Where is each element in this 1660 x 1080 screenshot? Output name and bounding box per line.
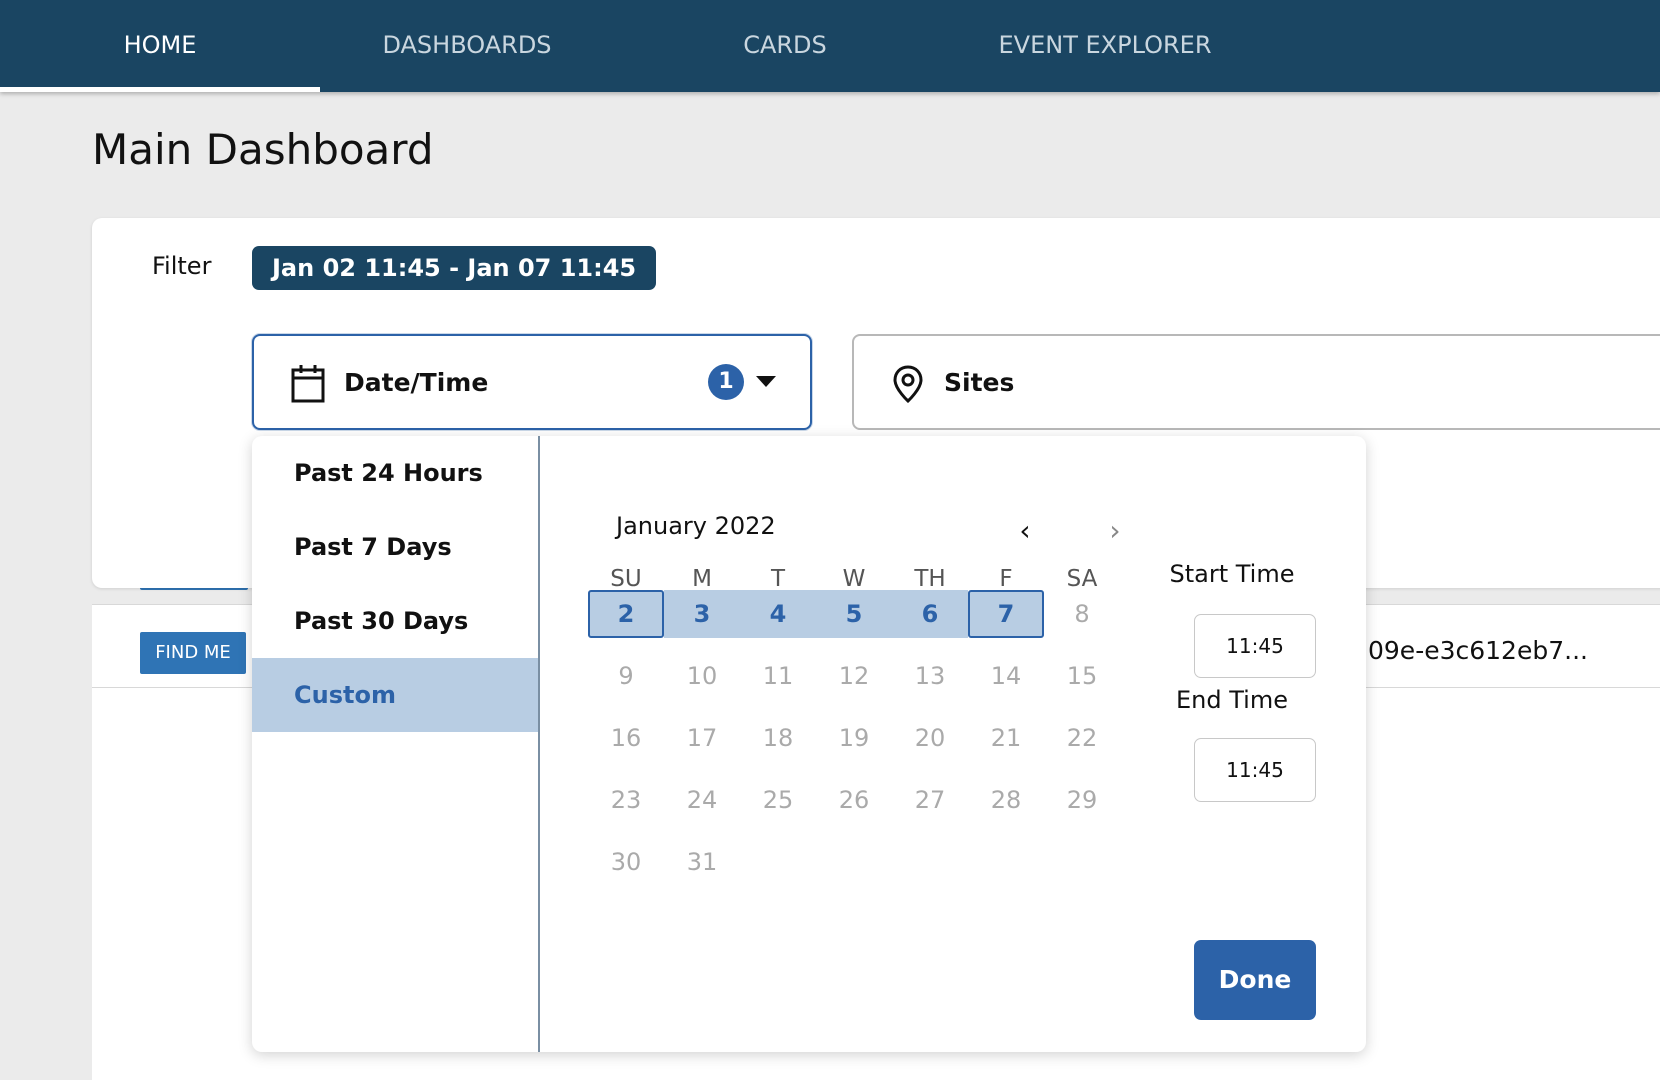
datetime-label: Date/Time [344, 368, 489, 397]
find-me-button[interactable]: FIND ME [140, 632, 246, 674]
sites-select[interactable]: Sites [852, 334, 1660, 430]
end-time-label: End Time [1176, 686, 1288, 714]
calendar-day[interactable]: 10 [664, 652, 740, 700]
calendar-day[interactable]: 19 [816, 714, 892, 762]
row-id-text: 09e-e3c612eb7... [1368, 636, 1588, 665]
calendar-day[interactable]: 6 [892, 590, 968, 638]
calendar-day[interactable]: 15 [1044, 652, 1120, 700]
preset-list: Past 24 Hours Past 7 Days Past 30 Days C… [252, 436, 540, 1052]
sites-label: Sites [944, 368, 1015, 397]
calendar-day[interactable]: 24 [664, 776, 740, 824]
preset-past-30-days[interactable]: Past 30 Days [252, 584, 538, 658]
chevron-left-icon[interactable]: ‹ [1012, 517, 1038, 545]
calendar-day[interactable]: 16 [588, 714, 664, 762]
calendar-day[interactable]: 11 [740, 652, 816, 700]
calendar-day[interactable]: 9 [588, 652, 664, 700]
calendar-day[interactable]: 30 [588, 838, 664, 886]
weekday-su: SU [610, 566, 642, 592]
calendar-day[interactable]: 31 [664, 838, 740, 886]
datetime-dropdown: Past 24 Hours Past 7 Days Past 30 Days C… [252, 436, 1366, 1052]
calendar-day[interactable]: 26 [816, 776, 892, 824]
weekday-m: M [692, 566, 712, 592]
calendar-day[interactable]: 4 [740, 590, 816, 638]
calendar-day[interactable]: 17 [664, 714, 740, 762]
filter-label: Filter [152, 252, 212, 280]
calendar-day[interactable]: 12 [816, 652, 892, 700]
weekday-w: W [842, 566, 866, 592]
active-tab-indicator [0, 87, 320, 92]
chevron-down-icon [756, 376, 776, 387]
location-pin-icon [893, 365, 923, 404]
calendar-day[interactable]: 3 [664, 590, 740, 638]
tab-cards[interactable]: CARDS [730, 0, 840, 92]
calendar-day[interactable]: 5 [816, 590, 892, 638]
done-button[interactable]: Done [1194, 940, 1316, 1020]
weekday-t: T [770, 566, 786, 592]
calendar-day[interactable]: 20 [892, 714, 968, 762]
calendar-day[interactable]: 25 [740, 776, 816, 824]
active-filter-chip[interactable]: Jan 02 11:45 - Jan 07 11:45 [252, 246, 657, 290]
calendar-day[interactable]: 2 [588, 590, 664, 638]
calendar-day[interactable]: 28 [968, 776, 1044, 824]
tab-dashboards[interactable]: DASHBOARDS [372, 0, 562, 92]
weekday-sa: SA [1066, 566, 1098, 592]
calendar-day[interactable]: 13 [892, 652, 968, 700]
calendar-day[interactable]: 7 [968, 590, 1044, 638]
selection-count-badge: 1 [708, 364, 744, 400]
start-time-input[interactable]: 11:45 [1194, 614, 1316, 678]
calendar-day[interactable]: 27 [892, 776, 968, 824]
calendar-day[interactable]: 18 [740, 714, 816, 762]
preset-past-7-days[interactable]: Past 7 Days [252, 510, 538, 584]
preset-past-24-hours[interactable]: Past 24 Hours [252, 436, 538, 510]
calendar-month-label: January 2022 [616, 512, 776, 540]
preset-custom[interactable]: Custom [252, 658, 538, 732]
tab-home[interactable]: HOME [100, 0, 220, 92]
tab-event-explorer[interactable]: EVENT EXPLORER [980, 0, 1230, 92]
weekday-f: F [999, 566, 1013, 592]
calendar-day[interactable]: 23 [588, 776, 664, 824]
calendar-day[interactable]: 22 [1044, 714, 1120, 762]
page-title: Main Dashboard [92, 125, 434, 174]
calendar-day[interactable]: 21 [968, 714, 1044, 762]
datetime-select[interactable]: Date/Time 1 [252, 334, 812, 430]
calendar-day[interactable]: 29 [1044, 776, 1120, 824]
calendar-day[interactable]: 8 [1044, 590, 1120, 638]
calendar-day[interactable]: 14 [968, 652, 1044, 700]
end-time-input[interactable]: 11:45 [1194, 738, 1316, 802]
start-time-label: Start Time [1169, 560, 1295, 588]
top-nav: HOME DASHBOARDS CARDS EVENT EXPLORER [0, 0, 1660, 92]
weekday-th: TH [914, 566, 946, 592]
calendar-icon [291, 365, 325, 403]
chevron-right-icon[interactable]: › [1102, 517, 1128, 545]
